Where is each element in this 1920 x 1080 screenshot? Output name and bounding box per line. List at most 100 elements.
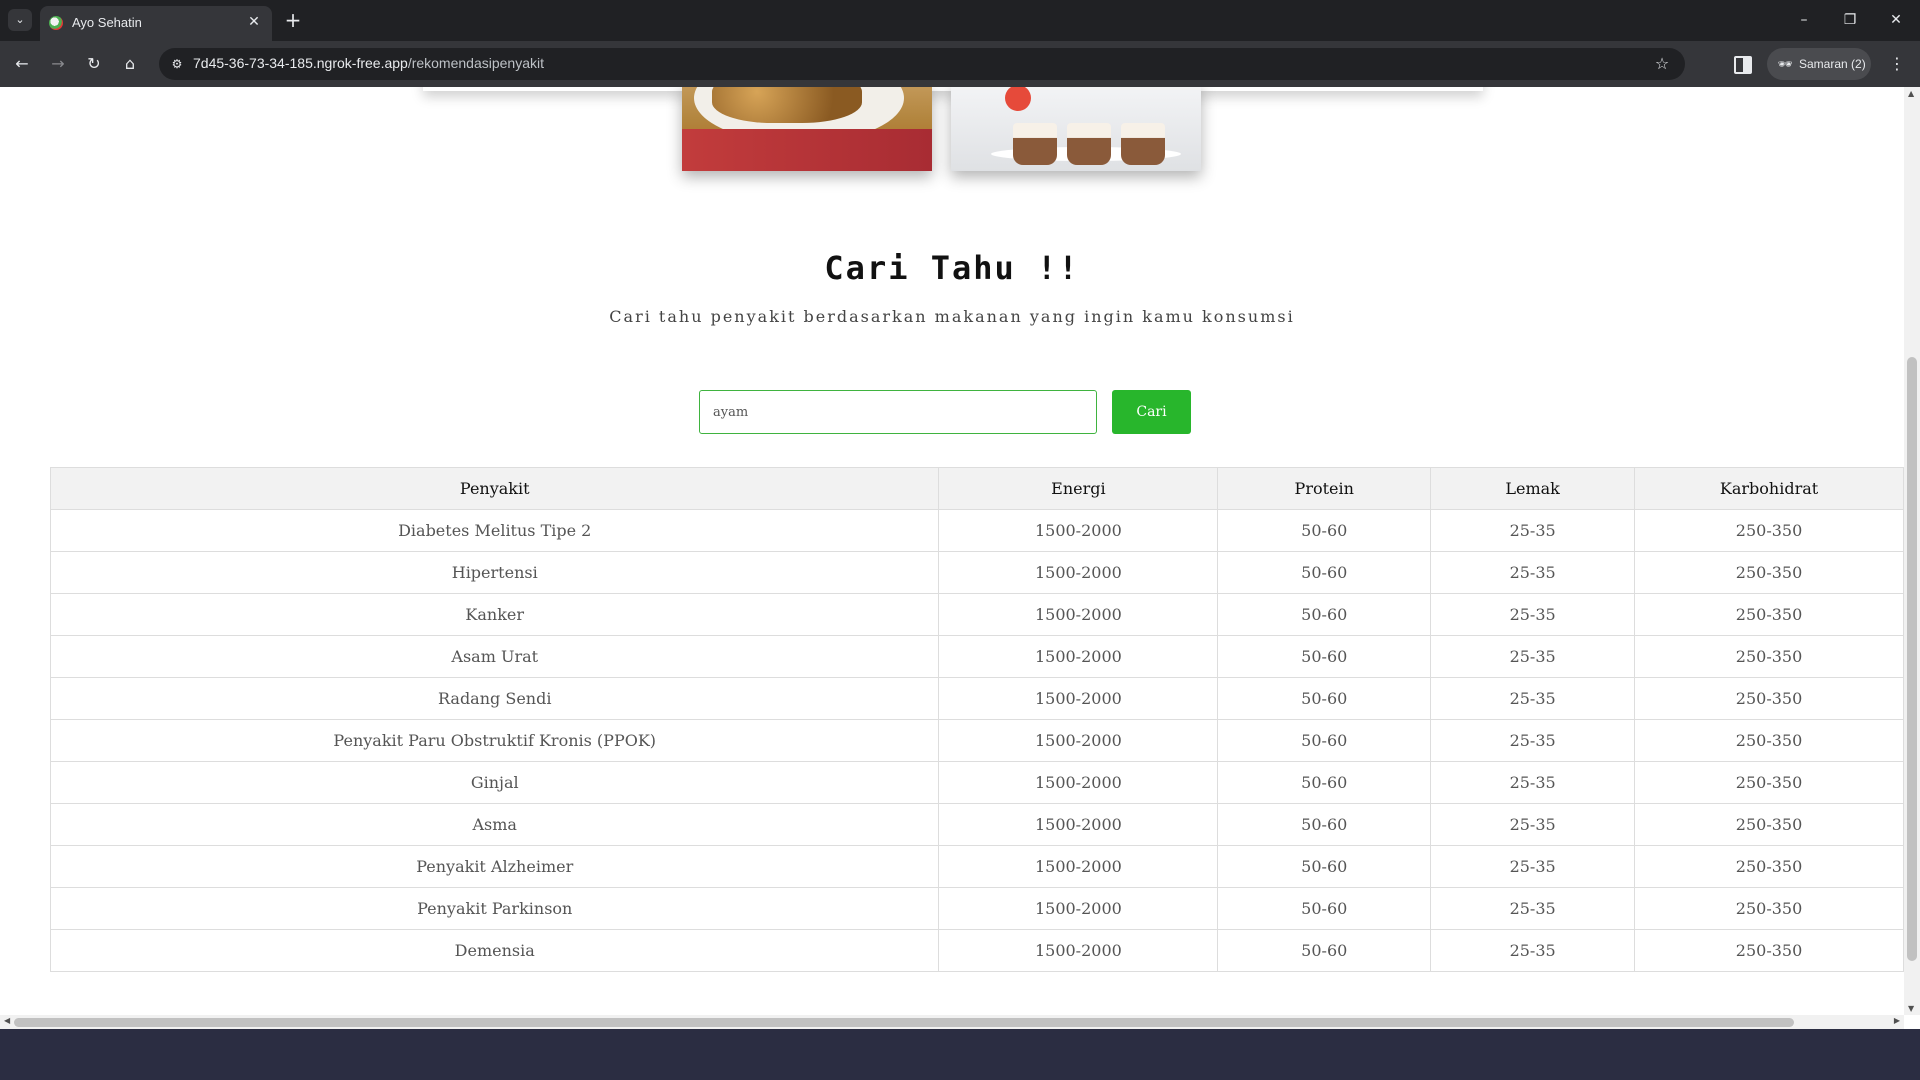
window-close-icon[interactable]: ✕ [1881, 8, 1911, 32]
energy-cell: 1500-2000 [938, 719, 1219, 762]
page-footer [0, 1029, 1920, 1080]
vertical-scroll-thumb[interactable] [1907, 357, 1917, 961]
scroll-right-icon[interactable]: ▶ [1894, 1016, 1900, 1025]
disease-cell: Radang Sendi [49, 677, 940, 720]
carbohydrate-cell: 250-350 [1634, 551, 1904, 594]
fat-cell: 25-35 [1430, 635, 1636, 678]
fat-cell: 25-35 [1430, 593, 1636, 636]
vertical-scrollbar[interactable]: ▲ ▼ [1904, 87, 1920, 1015]
fat-cell: 25-35 [1430, 551, 1636, 594]
table-row: Hipertensi 1500-2000 50-60 25-35 250-350 [49, 551, 1904, 594]
disease-cell: Asam Urat [49, 635, 940, 678]
browser-tab[interactable]: Ayo Sehatin ✕ [40, 6, 272, 41]
tab-search-icon[interactable]: ⌄ [8, 9, 32, 31]
carbohydrate-cell: 250-350 [1634, 845, 1904, 888]
minimize-icon[interactable]: – [1789, 8, 1819, 32]
energy-cell: 1500-2000 [938, 845, 1219, 888]
incognito-icon: 🕶 [1777, 57, 1793, 71]
horizontal-scrollbar[interactable]: ◀ ▶ [0, 1015, 1904, 1029]
dessert-glass [1013, 123, 1057, 165]
tab-close-icon[interactable]: ✕ [244, 12, 264, 32]
table-row: Asam Urat 1500-2000 50-60 25-35 250-350 [49, 635, 1904, 678]
disease-cell: Kanker [49, 593, 940, 636]
dessert-glass [1121, 123, 1165, 165]
url-path: /rekomendasipenyakit [407, 55, 544, 71]
red-mat-shape [682, 129, 932, 171]
disease-cell: Diabetes Melitus Tipe 2 [49, 509, 940, 552]
browser-menu-icon[interactable]: ⋮ [1885, 52, 1909, 76]
new-tab-icon[interactable]: + [282, 9, 304, 31]
disease-cell: Penyakit Parkinson [49, 887, 940, 930]
home-icon[interactable]: ⌂ [118, 52, 142, 76]
fat-cell: 25-35 [1430, 509, 1636, 552]
table-row: Penyakit Paru Obstruktif Kronis (PPOK) 15… [49, 719, 1904, 762]
section-title: Cari Tahu !! [824, 249, 1080, 287]
carbohydrate-cell: 250-350 [1634, 929, 1904, 972]
protein-cell: 50-60 [1217, 509, 1432, 552]
carbohydrate-cell: 250-350 [1634, 803, 1904, 846]
side-panel-icon[interactable] [1731, 53, 1753, 75]
reload-icon[interactable]: ↻ [82, 52, 106, 76]
fat-cell: 25-35 [1430, 929, 1636, 972]
table-row: Ginjal 1500-2000 50-60 25-35 250-350 [49, 761, 1904, 804]
fat-cell: 25-35 [1430, 761, 1636, 804]
scroll-up-icon[interactable]: ▲ [1908, 89, 1914, 98]
page-viewport: Cari Tahu !! Cari tahu penyakit berdasar… [0, 87, 1904, 1015]
bookmark-star-icon[interactable]: ☆ [1651, 53, 1673, 75]
energy-cell: 1500-2000 [938, 803, 1219, 846]
profile-button[interactable]: 🕶 Samaran (2) [1767, 48, 1871, 80]
browser-tab-bar: ⌄ Ayo Sehatin ✕ + – ❐ ✕ [0, 0, 1920, 41]
site-info-icon[interactable]: ⚙ [167, 54, 187, 74]
carbohydrate-cell: 250-350 [1634, 635, 1904, 678]
address-bar[interactable]: ⚙ 7d45-36-73-34-185.ngrok-free.app/rekom… [159, 48, 1685, 80]
disease-cell: Penyakit Paru Obstruktif Kronis (PPOK) [49, 719, 940, 762]
protein-cell: 50-60 [1217, 803, 1432, 846]
scroll-down-icon[interactable]: ▼ [1908, 1004, 1914, 1013]
profile-label: Samaran (2) [1799, 57, 1866, 71]
column-header: Penyakit [49, 467, 940, 510]
energy-cell: 1500-2000 [938, 887, 1219, 930]
table-header-row: Penyakit Energi Protein Lemak Karbohidra… [49, 467, 1904, 510]
carbohydrate-cell: 250-350 [1634, 887, 1904, 930]
protein-cell: 50-60 [1217, 635, 1432, 678]
disease-table: Penyakit Energi Protein Lemak Karbohidra… [49, 467, 1904, 972]
carbohydrate-cell: 250-350 [1634, 719, 1904, 762]
forward-icon[interactable]: → [46, 52, 70, 76]
table-row: Radang Sendi 1500-2000 50-60 25-35 250-350 [49, 677, 1904, 720]
protein-cell: 50-60 [1217, 887, 1432, 930]
carbohydrate-cell: 250-350 [1634, 677, 1904, 720]
table-row: Diabetes Melitus Tipe 2 1500-2000 50-60 25-… [49, 509, 1904, 552]
url-text[interactable]: 7d45-36-73-34-185.ngrok-free.app/rekomen… [193, 55, 544, 71]
carbohydrate-cell: 250-350 [1634, 509, 1904, 552]
table-row: Kanker 1500-2000 50-60 25-35 250-350 [49, 593, 1904, 636]
fat-cell: 25-35 [1430, 887, 1636, 930]
chicken-shape [712, 87, 862, 123]
fat-cell: 25-35 [1430, 677, 1636, 720]
scroll-left-icon[interactable]: ◀ [4, 1016, 10, 1025]
tab-title: Ayo Sehatin [72, 15, 142, 30]
energy-cell: 1500-2000 [938, 635, 1219, 678]
search-button[interactable]: Cari [1112, 390, 1191, 434]
fat-cell: 25-35 [1430, 845, 1636, 888]
protein-cell: 50-60 [1217, 845, 1432, 888]
fried-chicken-image[interactable] [682, 87, 932, 171]
energy-cell: 1500-2000 [938, 761, 1219, 804]
browser-toolbar: ← → ↻ ⌂ ⚙ 7d45-36-73-34-185.ngrok-free.a… [0, 41, 1920, 87]
disease-cell: Demensia [49, 929, 940, 972]
carbohydrate-cell: 250-350 [1634, 761, 1904, 804]
dessert-badge-shape [1005, 87, 1031, 111]
dessert-image[interactable] [951, 87, 1201, 171]
disease-cell: Penyakit Alzheimer [49, 845, 940, 888]
energy-cell: 1500-2000 [938, 677, 1219, 720]
back-icon[interactable]: ← [10, 52, 34, 76]
column-header: Lemak [1430, 467, 1636, 510]
food-search-input[interactable] [699, 390, 1097, 434]
table-row: Penyakit Alzheimer 1500-2000 50-60 25-35 250… [49, 845, 1904, 888]
carbohydrate-cell: 250-350 [1634, 593, 1904, 636]
energy-cell: 1500-2000 [938, 551, 1219, 594]
fat-cell: 25-35 [1430, 719, 1636, 762]
horizontal-scroll-thumb[interactable] [14, 1018, 1794, 1027]
url-host: 7d45-36-73-34-185.ngrok-free.app [193, 55, 408, 71]
column-header: Energi [938, 467, 1219, 510]
restore-icon[interactable]: ❐ [1835, 8, 1865, 32]
